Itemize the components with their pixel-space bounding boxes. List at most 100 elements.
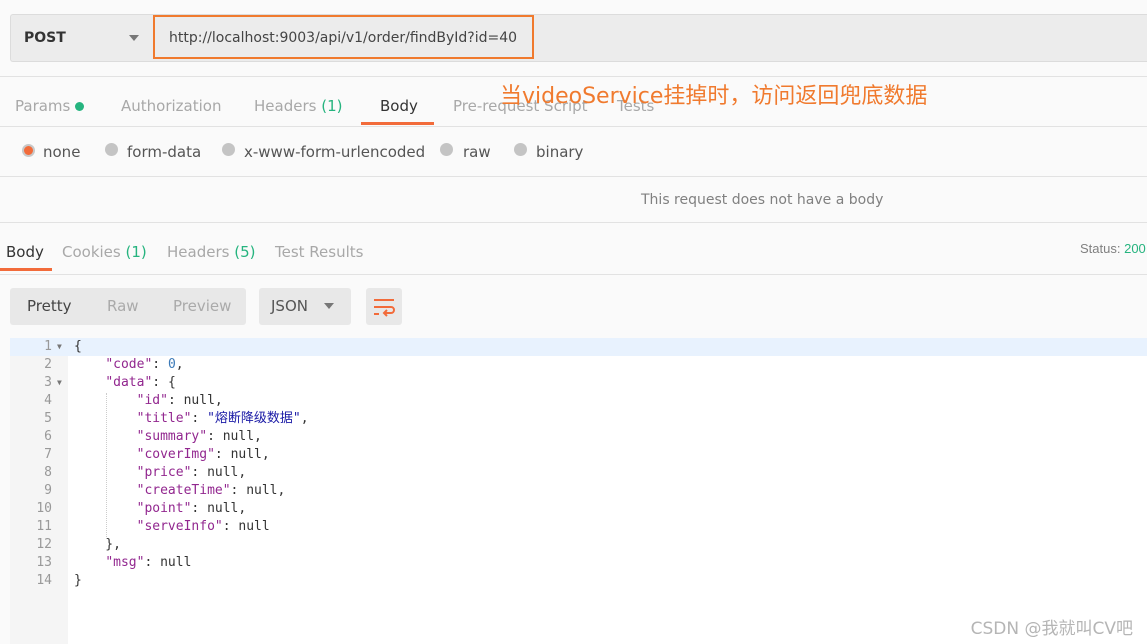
json-value: { [167, 375, 176, 390]
tab-body[interactable]: Body [380, 97, 418, 115]
line-number: 12 [36, 537, 52, 552]
chevron-down-icon[interactable] [324, 303, 334, 309]
divider [0, 76, 1147, 77]
code-text: "code": 0, [105, 357, 184, 372]
code-line: 6 "summary": null, [10, 428, 1147, 446]
json-value: null [160, 555, 192, 570]
tab-label: Headers [254, 97, 317, 115]
tab-count: (1) [125, 243, 147, 261]
line-number: 5 [44, 411, 52, 426]
punct: , [175, 357, 184, 372]
watermark: CSDN @我就叫CV吧 [970, 619, 1133, 639]
code-text: "coverImg": null, [136, 447, 270, 462]
response-tab-body[interactable]: Body [6, 243, 44, 261]
divider [0, 176, 1147, 177]
line-number: 2 [44, 357, 52, 372]
tab-params[interactable]: Params [15, 97, 85, 115]
line-number: 1 [44, 339, 52, 354]
method-select[interactable]: POST [24, 30, 66, 46]
code-text: "price": null, [136, 465, 247, 480]
code-text: "title": "熔断降级数据", [136, 411, 309, 426]
line-number: 11 [36, 519, 52, 534]
line-number: 6 [44, 429, 52, 444]
json-key: "coverImg" [136, 447, 215, 462]
radio-form-data[interactable] [105, 143, 118, 156]
line-number: 13 [36, 555, 52, 570]
divider [0, 222, 1147, 223]
json-value: null [207, 465, 239, 480]
radio-label: raw [463, 143, 491, 161]
response-status: Status: 200 [1080, 241, 1146, 256]
punct: , [238, 465, 247, 480]
code-text: "msg": null [105, 555, 192, 570]
json-key: "code" [105, 357, 153, 372]
json-key: "msg" [105, 555, 145, 570]
radio-none[interactable] [22, 144, 35, 157]
json-value: "熔断降级数据" [207, 411, 301, 426]
tab-count: (1) [321, 97, 343, 115]
line-number: 7 [44, 447, 52, 462]
tab-label: Params [15, 97, 71, 115]
wrap-icon [374, 299, 395, 317]
line-number: 9 [44, 483, 52, 498]
punct: , [238, 501, 247, 516]
punct: , [300, 411, 309, 426]
response-tab-headers[interactable]: Headers (5) [167, 243, 255, 261]
json-key: "summary" [136, 429, 208, 444]
json-value: null [230, 447, 262, 462]
punct: , [214, 393, 223, 408]
code-line: 12 }, [10, 536, 1147, 554]
tab-count: (5) [234, 243, 256, 261]
code-line: 4 "id": null, [10, 392, 1147, 410]
json-value: null [183, 393, 215, 408]
line-number: 4 [44, 393, 52, 408]
no-body-message: This request does not have a body [641, 192, 884, 208]
chevron-down-icon[interactable] [129, 35, 139, 41]
response-tab-cookies[interactable]: Cookies (1) [62, 243, 147, 261]
radio-urlencoded[interactable] [222, 143, 235, 156]
divider [0, 274, 1147, 275]
code-text: "data": { [105, 375, 176, 390]
json-key: "serveInfo" [136, 519, 223, 534]
status-label: Status: [1080, 241, 1121, 256]
params-dot-icon [75, 102, 85, 111]
line-number: 3 [44, 375, 52, 390]
code-text: "serveInfo": null [136, 519, 270, 534]
tab-headers[interactable]: Headers (1) [254, 97, 342, 115]
json-key: "id" [136, 393, 168, 408]
radio-binary[interactable] [514, 143, 527, 156]
json-value: null [238, 519, 270, 534]
radio-label: binary [536, 143, 584, 161]
code-line: 3 ▼ "data": { [10, 374, 1147, 392]
json-key: "title" [136, 411, 192, 426]
radio-raw[interactable] [440, 143, 453, 156]
code-text: { [74, 339, 82, 354]
wrap-lines-button[interactable] [366, 288, 402, 325]
code-text: } [74, 573, 82, 588]
code-line: 14} [10, 572, 1147, 590]
fold-toggle-icon[interactable]: ▼ [57, 338, 62, 356]
code-line: 9 "createTime": null, [10, 482, 1147, 500]
json-value: 0 [167, 357, 176, 372]
json-key: "price" [136, 465, 192, 480]
preview-button[interactable]: Preview [173, 297, 231, 315]
punct: , [261, 447, 270, 462]
annotation-text: 当videoService挂掉时，访问返回兜底数据 [500, 84, 928, 109]
format-label: JSON [271, 297, 308, 315]
raw-button[interactable]: Raw [107, 297, 139, 315]
url-input[interactable]: http://localhost:9003/api/v1/order/findB… [153, 15, 534, 59]
active-tab-indicator [361, 122, 434, 125]
code-line: 7 "coverImg": null, [10, 446, 1147, 464]
code-line: 5 "title": "熔断降级数据", [10, 410, 1147, 428]
radio-label: form-data [127, 143, 202, 161]
fold-toggle-icon[interactable]: ▼ [57, 374, 62, 392]
line-number: 8 [44, 465, 52, 480]
line-number: 14 [36, 573, 52, 588]
tab-authorization[interactable]: Authorization [121, 97, 221, 115]
pretty-button[interactable]: Pretty [27, 297, 72, 315]
response-tab-test-results[interactable]: Test Results [275, 243, 363, 261]
json-value: null [222, 429, 255, 444]
json-key: "data" [105, 375, 153, 390]
code-line: 1 ▼ { [10, 338, 1147, 356]
code-line: 10 "point": null, [10, 500, 1147, 518]
